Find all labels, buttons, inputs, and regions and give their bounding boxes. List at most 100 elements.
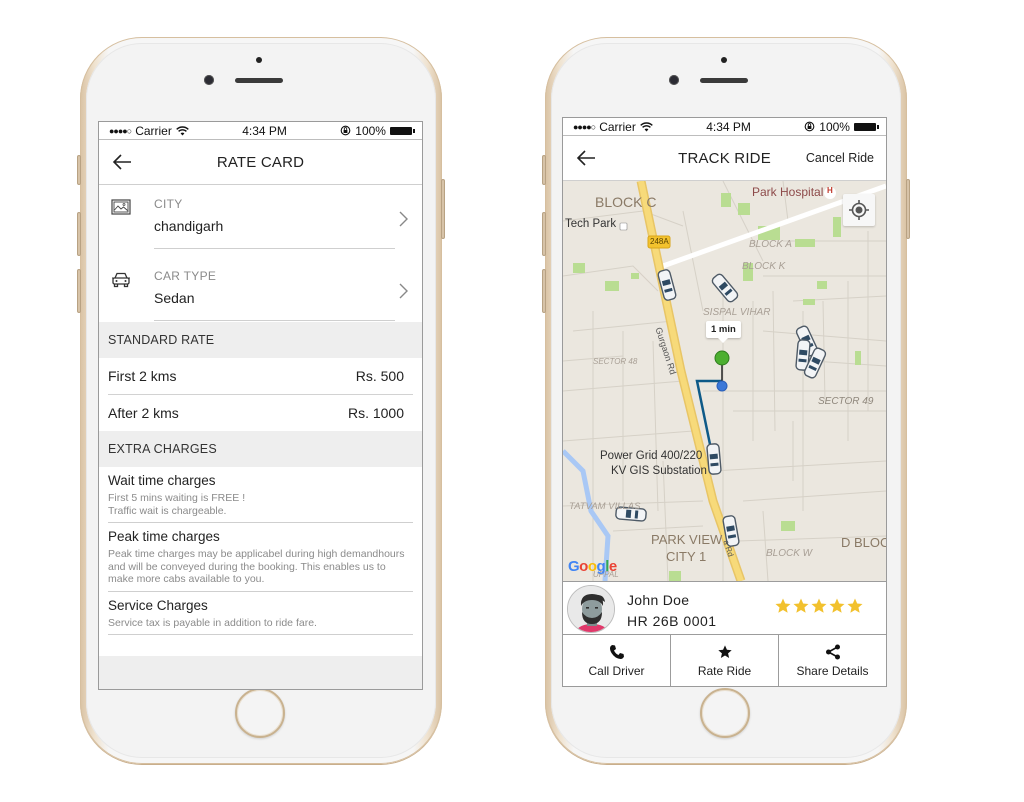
- battery-icon: [389, 126, 415, 135]
- my-location-button[interactable]: [843, 194, 875, 226]
- status-bar: ●●●●○ Carrier 4:34 PM 100%: [99, 122, 422, 139]
- map-label: Tech Park: [565, 218, 617, 230]
- cab-icon: [657, 269, 677, 301]
- rotation-lock-icon: [804, 121, 815, 132]
- rate-label: After 2 kms: [108, 405, 179, 421]
- map-view[interactable]: BLOCK C Tech Park Park Hospital H 248A B…: [563, 181, 886, 581]
- rotation-lock-icon: [340, 125, 351, 136]
- header: RATE CARD: [99, 139, 422, 185]
- hospital-icon: H: [827, 186, 833, 195]
- battery-percent: 100%: [355, 123, 386, 138]
- route-shield-label: 248A: [650, 237, 669, 246]
- rate-row: First 2 kms Rs. 500: [99, 358, 422, 394]
- pickup-pin[interactable]: [714, 350, 730, 366]
- image-icon: [111, 199, 131, 217]
- call-driver-button[interactable]: Call Driver: [563, 635, 671, 686]
- share-icon: [825, 644, 840, 660]
- page-title: RATE CARD: [216, 153, 305, 171]
- extra-charges-heading: EXTRA CHARGES: [99, 431, 422, 467]
- map-label: BLOCK K: [742, 261, 786, 272]
- earpiece-speaker: [235, 78, 283, 83]
- rating-star-icon: [793, 598, 809, 613]
- charge-description: Peak time charges may be applicabel duri…: [108, 548, 405, 585]
- charge-description: Traffic wait is chargeable.: [108, 504, 227, 517]
- status-bar: ●●●●○ Carrier 4:34 PM 100%: [563, 118, 886, 135]
- map-label: TATVAM VILLAS: [569, 501, 641, 512]
- city-value: chandigarh: [154, 218, 224, 234]
- action-bar: Call Driver Rate Ride Share Details: [563, 635, 886, 686]
- front-camera: [669, 75, 679, 85]
- map-label: CITY 1: [666, 549, 707, 564]
- mute-switch: [542, 155, 546, 185]
- divider: [154, 248, 395, 249]
- proximity-sensor: [256, 57, 262, 63]
- charge-title: Wait time charges: [108, 473, 216, 488]
- power-button: [906, 179, 910, 239]
- carrier-label: Carrier: [135, 123, 172, 138]
- map-label: Park Hospital: [752, 185, 824, 199]
- back-button[interactable]: [111, 152, 133, 172]
- rate-card-screen: ●●●●○ Carrier 4:34 PM 100% RATE CARD CIT…: [98, 121, 423, 690]
- map-label: SECTOR 48: [593, 357, 638, 366]
- map-label: D BLOC: [841, 535, 886, 550]
- chevron-right-icon: [398, 210, 410, 228]
- charge-description: First 5 mins waiting is FREE !: [108, 492, 246, 504]
- map-label: BLOCK W: [766, 548, 813, 559]
- rate-price: Rs. 500: [355, 368, 404, 384]
- header: TRACK RIDE Cancel Ride: [563, 135, 886, 181]
- power-button: [441, 179, 445, 239]
- poi-marker: [619, 222, 628, 231]
- google-attribution: Google: [568, 558, 617, 575]
- charge-item-wait-time: Wait time charges First 5 mins waiting i…: [99, 467, 422, 523]
- back-button[interactable]: [575, 148, 597, 168]
- rate-ride-button[interactable]: Rate Ride: [671, 635, 779, 686]
- action-label: Call Driver: [588, 664, 645, 678]
- rating-star-icon: [829, 598, 845, 613]
- page-title: TRACK RIDE: [678, 149, 771, 167]
- eta-tooltip: 1 min: [706, 321, 741, 343]
- cancel-ride-button[interactable]: Cancel Ride: [806, 151, 874, 165]
- share-details-button[interactable]: Share Details: [779, 635, 886, 686]
- map-label: SISPAL VIHAR: [703, 307, 771, 318]
- map-label: Power Grid 400/220: [600, 450, 703, 462]
- signal-icon: ●●●●○: [109, 125, 132, 136]
- action-label: Share Details: [796, 664, 869, 678]
- city-selector[interactable]: CITY chandigarh: [99, 185, 422, 257]
- clock: 4:34 PM: [706, 119, 751, 134]
- driver-rating: [774, 597, 864, 615]
- rating-star-icon: [847, 598, 863, 613]
- charge-title: Peak time charges: [108, 529, 220, 544]
- wifi-icon: [640, 121, 653, 132]
- vehicle-plate: HR 26B 0001: [627, 613, 717, 629]
- driver-card: John Doe HR 26B 0001: [563, 581, 886, 635]
- rate-price: Rs. 1000: [347, 405, 404, 421]
- map-label: PARK VIEW: [651, 532, 723, 547]
- home-button[interactable]: [700, 688, 750, 738]
- car-type-value: Sedan: [154, 290, 195, 306]
- front-camera: [204, 75, 214, 85]
- rate-row: After 2 kms Rs. 1000: [99, 395, 422, 431]
- car-type-selector[interactable]: CAR TYPE Sedan: [99, 257, 422, 329]
- charge-item-service: Service Charges Service tax is payable i…: [99, 591, 422, 635]
- car-icon: [111, 271, 131, 289]
- map-label: KV GIS Substation: [611, 465, 707, 477]
- driver-location-dot: [716, 380, 728, 392]
- map-canvas: [563, 181, 886, 581]
- home-button[interactable]: [235, 688, 285, 738]
- cab-icon: [706, 443, 722, 475]
- map-label: BLOCK A: [749, 239, 792, 250]
- map-label: SECTOR 49: [818, 396, 874, 407]
- volume-up-button: [542, 212, 546, 256]
- charge-title: Service Charges: [108, 597, 208, 613]
- phone-icon: [609, 645, 624, 659]
- volume-down-button: [77, 269, 81, 313]
- rating-star-icon: [811, 598, 827, 613]
- carrier-label: Carrier: [599, 119, 636, 134]
- volume-up-button: [77, 212, 81, 256]
- divider: [108, 634, 413, 635]
- cab-icon: [711, 273, 739, 303]
- city-label: CITY: [154, 197, 183, 211]
- volume-down-button: [542, 269, 546, 313]
- driver-name: John Doe: [627, 592, 690, 608]
- avatar: [567, 585, 615, 633]
